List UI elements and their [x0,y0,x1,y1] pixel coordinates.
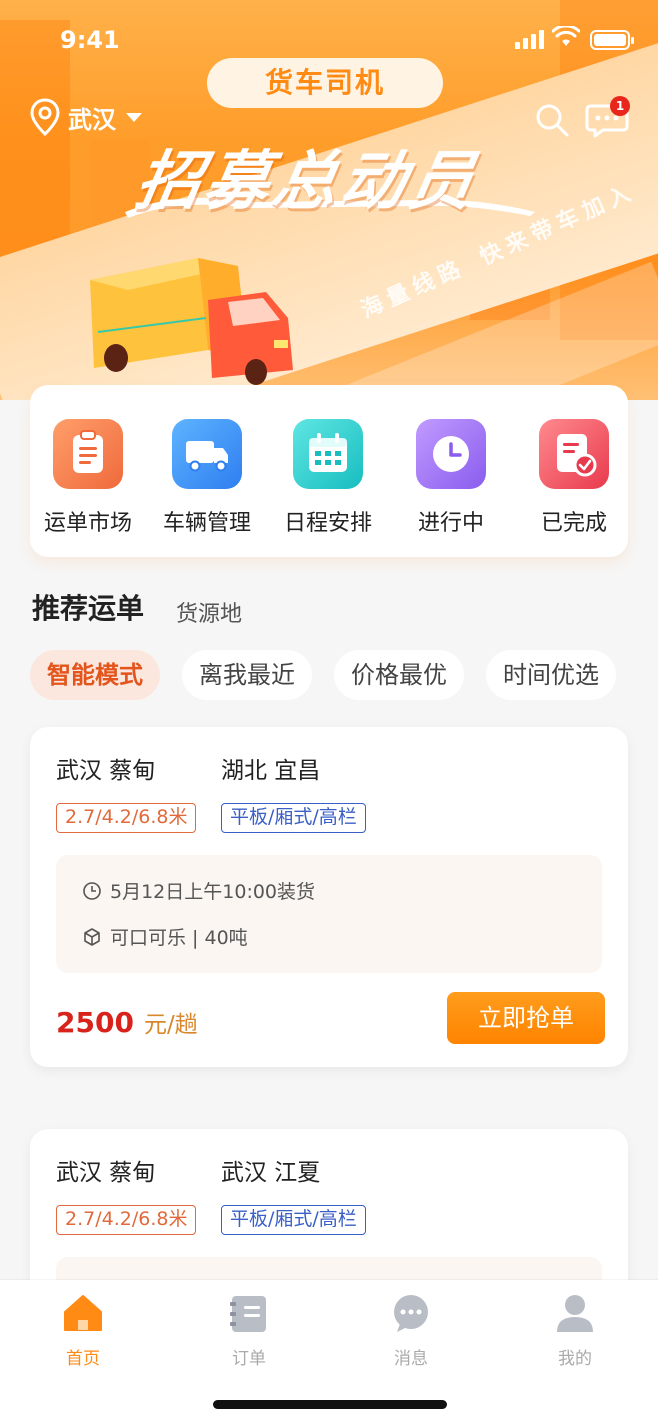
price-unit: 元/趟 [143,1012,198,1038]
order-destination: 湖北 宜昌 [221,758,321,784]
order-icon [230,1296,266,1332]
tab-orders[interactable]: 订单 [199,1292,299,1369]
tab-messages[interactable]: 消息 [361,1292,461,1369]
quick-entry-in-progress[interactable]: 进行中 [391,419,511,537]
location-pin-icon [30,98,60,136]
package-icon [84,927,100,946]
location-selector[interactable]: 武汉 [30,98,142,136]
quick-entry-schedule[interactable]: 日程安排 [268,419,388,537]
document-check-icon [539,419,609,489]
grab-order-button[interactable]: 立即抢单 [447,992,605,1044]
order-card[interactable]: 武汉 蔡甸 湖北 宜昌 2.7/4.2/6.8米 平板/厢式/高栏 5月12日上… [30,727,628,1067]
home-page: 9:41 货车司机 武汉 1 招募总动员 海量线路快来带车加入 运单市场 车辆管… [0,0,658,1425]
calendar-icon [293,419,363,489]
order-origin: 武汉 蔡甸 [56,1160,156,1186]
filter-chip-best-price[interactable]: 价格最优 [334,650,464,700]
truck-illustration [90,258,293,385]
vehicle-type-tag: 平板/厢式/高栏 [221,803,366,833]
cargo-text: 可口可乐 | 40吨 [110,927,248,949]
filter-chip-smart[interactable]: 智能模式 [30,650,160,700]
quick-entry-completed[interactable]: 已完成 [514,419,634,537]
filter-chips: 智能模式 离我最近 价格最优 时间优选 [30,650,616,700]
home-indicator [213,1400,447,1409]
cargo-origin-link[interactable]: 货源地 [176,596,242,628]
filter-chip-best-time[interactable]: 时间优选 [486,650,616,700]
quick-entry-label: 已完成 [540,511,607,536]
quick-entry-label: 日程安排 [283,511,372,536]
tab-label: 消息 [394,1349,428,1369]
signal-icon [515,30,544,49]
battery-icon [590,30,634,50]
order-destination: 武汉 江夏 [221,1160,321,1186]
tab-label: 订单 [232,1349,266,1369]
cargo-row: 可口可乐 | 40吨 [82,923,248,950]
quick-entry-waybill-market[interactable]: 运单市场 [28,419,148,537]
search-icon[interactable] [532,100,572,140]
order-detail-box: 5月12日上午10:00装货 可口可乐 | 40吨 [56,855,602,973]
load-time-text: 5月12日上午10:00装货 [110,881,316,903]
driver-pill: 货车司机 [207,58,443,108]
quick-entry-label: 进行中 [417,511,484,536]
load-time-row: 5月12日上午10:00装货 [82,877,315,904]
vehicle-size-tag: 2.7/4.2/6.8米 [56,803,197,833]
section-title: 推荐运单 [32,592,145,625]
profile-icon [557,1295,593,1332]
tab-home[interactable]: 首页 [33,1292,133,1369]
banner-slogan: 招募总动员 [130,145,484,219]
order-origin: 武汉 蔡甸 [56,758,156,784]
quick-entry-label: 车辆管理 [162,511,251,536]
wifi-icon [552,26,580,46]
order-price: 2500 元/趟 [56,1005,198,1039]
clock-icon [416,419,486,489]
tab-label: 首页 [66,1349,100,1369]
clock-icon [83,881,101,900]
location-label: 武汉 [68,105,116,134]
truck-icon [172,419,242,489]
clipboard-icon [53,419,123,489]
quick-entry-label: 运单市场 [43,511,132,536]
status-time: 9:41 [60,26,120,54]
quick-entry-card: 运单市场 车辆管理 日程安排 进行中 已完成 [30,385,628,557]
price-amount: 2500 [56,1006,134,1039]
recruit-banner[interactable]: 9:41 货车司机 武汉 1 招募总动员 海量线路快来带车加入 [0,0,658,400]
filter-chip-nearest[interactable]: 离我最近 [182,650,312,700]
tab-label: 我的 [558,1349,592,1369]
quick-entry-vehicle[interactable]: 车辆管理 [147,419,267,537]
message-badge: 1 [610,96,630,116]
vehicle-type-tag: 平板/厢式/高栏 [221,1205,366,1235]
chevron-down-icon [126,112,142,122]
vehicle-size-tag: 2.7/4.2/6.8米 [56,1205,197,1235]
tab-profile[interactable]: 我的 [525,1292,625,1369]
home-icon [64,1295,102,1331]
message-icon [394,1295,428,1332]
